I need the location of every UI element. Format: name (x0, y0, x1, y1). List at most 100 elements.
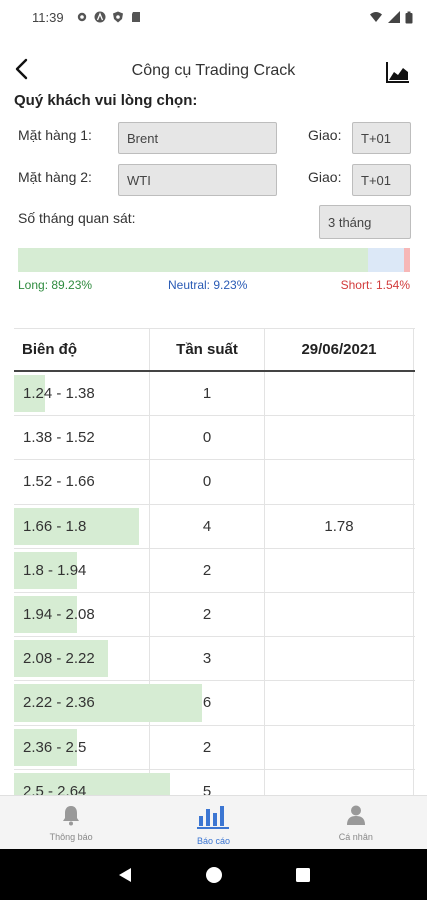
table-row: 2.22 - 2.36 6 (14, 681, 415, 726)
bell-icon (63, 806, 80, 826)
person-icon (346, 805, 365, 825)
short-label: Short: 1.54% (340, 278, 410, 292)
months-select[interactable]: 3 tháng (319, 205, 411, 239)
item2-label: Mặt hàng 2: (18, 169, 92, 185)
table-row: 1.24 - 1.38 1 (14, 372, 415, 417)
frequency-cell: 0 (149, 416, 264, 460)
back-triangle-icon[interactable] (116, 866, 134, 884)
frequency-cell: 2 (149, 725, 264, 769)
range-cell: 1.66 - 1.8 (14, 505, 149, 548)
range-text: 2.5 - 2.64 (23, 782, 87, 795)
range-cell: 2.22 - 2.36 (14, 681, 202, 724)
delivery2-label: Giao: (308, 169, 342, 185)
range-cell: 2.08 - 2.22 (14, 637, 149, 680)
selection-prompt: Quý khách vui lòng chọn: (14, 92, 198, 109)
frequency-cell: 4 (149, 504, 264, 548)
range-cell: 1.52 - 1.66 (14, 460, 149, 503)
page-title: Công cụ Trading Crack (131, 62, 296, 79)
range-text: 2.22 - 2.36 (23, 694, 95, 712)
signal-icon (388, 11, 400, 23)
frequency-text: 1 (202, 385, 212, 403)
system-nav-bar (0, 849, 427, 900)
table-header: Biên độ Tần suất 29/06/2021 (14, 328, 415, 372)
frequency-cell: 1 (149, 372, 264, 416)
date-value-text: 1.78 (324, 517, 354, 535)
table-row: 2.5 - 2.64 5 (14, 769, 415, 795)
date-value-cell (264, 460, 414, 504)
frequency-text: 2 (202, 738, 212, 756)
date-value-cell (264, 769, 414, 795)
range-text: 1.8 - 1.94 (23, 561, 87, 579)
table-row: 1.52 - 1.66 0 (14, 460, 415, 505)
table-body: 1.24 - 1.38 1 1.38 - 1.52 0 1.52 - 1.66 0 1.66… (14, 372, 415, 795)
status-bar: 11:39 (0, 0, 427, 34)
frequency-table[interactable]: Biên độ Tần suất 29/06/2021 1.24 - 1.38 1… (14, 328, 415, 795)
table-row: 2.36 - 2.5 2 (14, 725, 415, 770)
app-header: Công cụ Trading Crack (0, 50, 427, 90)
item1-label: Mặt hàng 1: (18, 127, 92, 143)
delivery1-label: Giao: (308, 127, 342, 143)
sentiment-bar (18, 248, 410, 272)
header-date: 29/06/2021 (264, 329, 414, 370)
table-row: 2.08 - 2.22 3 (14, 637, 415, 682)
app-a-icon (94, 11, 106, 23)
sentiment-neutral-segment (367, 248, 404, 272)
chart-view-button[interactable] (385, 60, 411, 86)
frequency-text: 4 (202, 517, 212, 535)
status-time: 11:39 (32, 9, 64, 25)
range-text: 2.08 - 2.22 (23, 650, 95, 668)
header-range: Biên độ (22, 341, 77, 358)
frequency-text: 3 (202, 650, 212, 668)
frequency-text: 6 (202, 694, 212, 712)
range-text: 2.36 - 2.5 (23, 738, 87, 756)
nav-item-profile[interactable]: Cá nhân (285, 796, 427, 849)
table-row: 1.8 - 1.94 2 (14, 548, 415, 593)
item1-select[interactable]: Brent (118, 122, 277, 154)
settings-icon (77, 12, 86, 22)
date-value-cell (264, 416, 414, 460)
range-cell: 1.24 - 1.38 (14, 372, 149, 415)
nav-label-reports: Báo cáo (196, 836, 230, 846)
header-frequency: Tần suất (149, 329, 264, 370)
frequency-cell: 2 (149, 592, 264, 637)
shield-icon (112, 11, 123, 23)
wifi-icon (370, 12, 382, 22)
bar-chart-icon (197, 806, 230, 829)
area-chart-icon (386, 62, 409, 83)
frequency-text: 5 (202, 782, 212, 795)
date-value-cell (264, 681, 414, 725)
date-value-cell: 1.78 (264, 504, 414, 548)
range-text: 1.66 - 1.8 (23, 517, 87, 535)
date-value-cell (264, 548, 414, 592)
range-cell: 1.38 - 1.52 (14, 416, 149, 459)
table-row: 1.94 - 2.08 2 (14, 592, 415, 638)
long-label: Long: 89.23% (18, 278, 93, 292)
range-text: 1.94 - 2.08 (23, 606, 95, 624)
range-cell: 1.94 - 2.08 (14, 593, 149, 636)
nav-item-notifications[interactable]: Thông báo (0, 796, 142, 849)
frequency-text: 2 (202, 606, 212, 624)
bottom-nav: Thông báo Báo cáo Cá nhân (0, 795, 427, 849)
sentiment-short-segment (403, 248, 410, 272)
item2-select[interactable]: WTI (118, 164, 277, 196)
frequency-text: 2 (202, 561, 212, 579)
nav-label-profile: Cá nhân (338, 832, 373, 842)
frequency-text: 0 (202, 473, 212, 491)
date-value-cell (264, 725, 414, 769)
range-cell: 2.5 - 2.64 (14, 770, 171, 795)
home-circle-icon[interactable] (205, 866, 223, 884)
delivery2-select[interactable]: T+01 (352, 164, 411, 196)
recents-square-icon[interactable] (295, 867, 311, 883)
table-row: 1.38 - 1.52 0 (14, 416, 415, 461)
frequency-cell: 2 (149, 548, 264, 592)
nav-item-reports[interactable]: Báo cáo (142, 796, 284, 849)
sentiment-long-segment (18, 248, 368, 272)
delivery1-select[interactable]: T+01 (352, 122, 411, 154)
battery-icon (405, 11, 413, 23)
range-text: 1.38 - 1.52 (23, 429, 95, 447)
range-cell: 1.8 - 1.94 (14, 549, 149, 592)
frequency-cell: 3 (149, 637, 264, 681)
months-label: Số tháng quan sát: (18, 210, 136, 226)
range-text: 1.24 - 1.38 (23, 385, 95, 403)
date-value-cell (264, 372, 414, 416)
